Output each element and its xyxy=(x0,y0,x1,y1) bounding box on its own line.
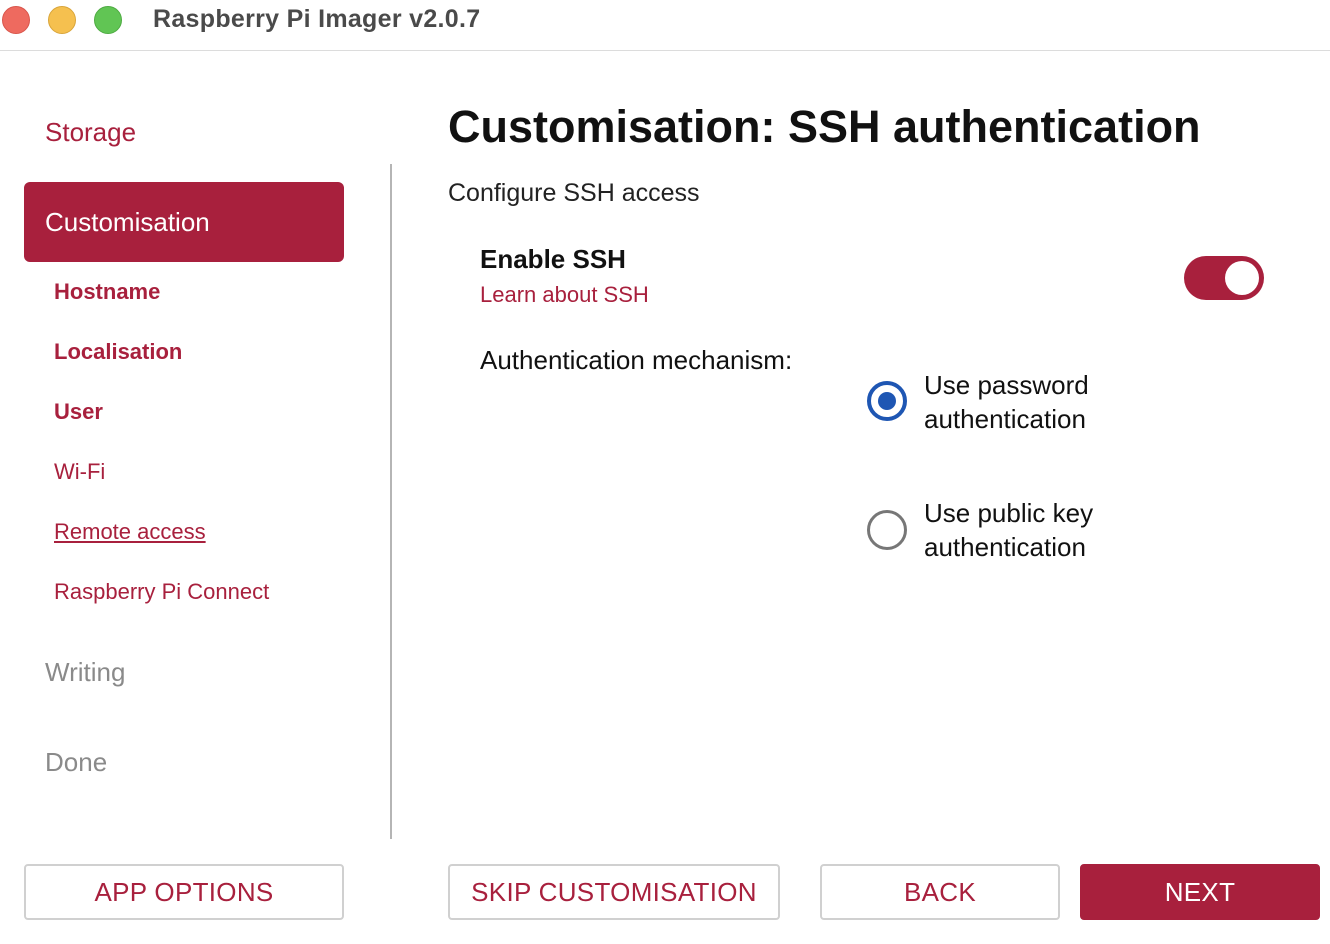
next-button[interactable]: NEXT xyxy=(1080,864,1320,920)
sidebar-step-customisation-label: Customisation xyxy=(45,207,210,237)
enable-ssh-toggle[interactable] xyxy=(1184,256,1264,300)
enable-ssh-label: Enable SSH xyxy=(480,244,626,274)
password-auth-label-line2: authentication xyxy=(924,404,1086,434)
sidebar-step-done: Done xyxy=(45,747,108,777)
sidebar-step-storage[interactable]: Storage xyxy=(45,117,136,148)
skip-customisation-button[interactable]: SKIP CUSTOMISATION xyxy=(448,864,780,920)
window-title: Raspberry Pi Imager v2.0.7 xyxy=(153,5,481,33)
password-auth-radio[interactable] xyxy=(867,381,907,421)
sidebar-substep-remote-access[interactable]: Remote access xyxy=(54,519,206,545)
toggle-knob xyxy=(1225,261,1259,295)
page-subtitle: Configure SSH access xyxy=(448,179,700,207)
public-key-auth-label-line1: Use public key xyxy=(924,498,1094,528)
sidebar-substep-pi-connect[interactable]: Raspberry Pi Connect xyxy=(54,579,269,605)
auth-mechanism-label: Authentication mechanism: xyxy=(480,345,793,375)
app-options-button[interactable]: APP OPTIONS xyxy=(24,864,344,920)
sidebar-substep-user[interactable]: User xyxy=(54,399,103,425)
app-window: Raspberry Pi Imager v2.0.7 Storage Custo… xyxy=(0,0,1330,944)
password-auth-label[interactable]: Use password authentication xyxy=(924,368,1184,436)
sidebar-substep-wifi[interactable]: Wi-Fi xyxy=(54,459,105,485)
back-button[interactable]: BACK xyxy=(820,864,1060,920)
public-key-auth-label-line2: authentication xyxy=(924,532,1086,562)
title-bar: Raspberry Pi Imager v2.0.7 xyxy=(0,0,1330,51)
learn-about-ssh-link[interactable]: Learn about SSH xyxy=(480,282,649,308)
sidebar-step-writing: Writing xyxy=(45,657,126,687)
radio-selected-dot xyxy=(878,392,896,410)
sidebar-substep-hostname[interactable]: Hostname xyxy=(54,279,160,305)
password-auth-label-line1: Use password xyxy=(924,370,1089,400)
public-key-auth-label[interactable]: Use public key authentication xyxy=(924,496,1184,564)
minimize-window-button[interactable] xyxy=(48,6,76,34)
sidebar-substep-localisation[interactable]: Localisation xyxy=(54,339,182,365)
close-window-button[interactable] xyxy=(2,6,30,34)
sidebar-divider xyxy=(390,164,392,839)
page-title: Customisation: SSH authentication xyxy=(448,101,1201,152)
maximize-window-button[interactable] xyxy=(94,6,122,34)
public-key-auth-radio[interactable] xyxy=(867,510,907,550)
